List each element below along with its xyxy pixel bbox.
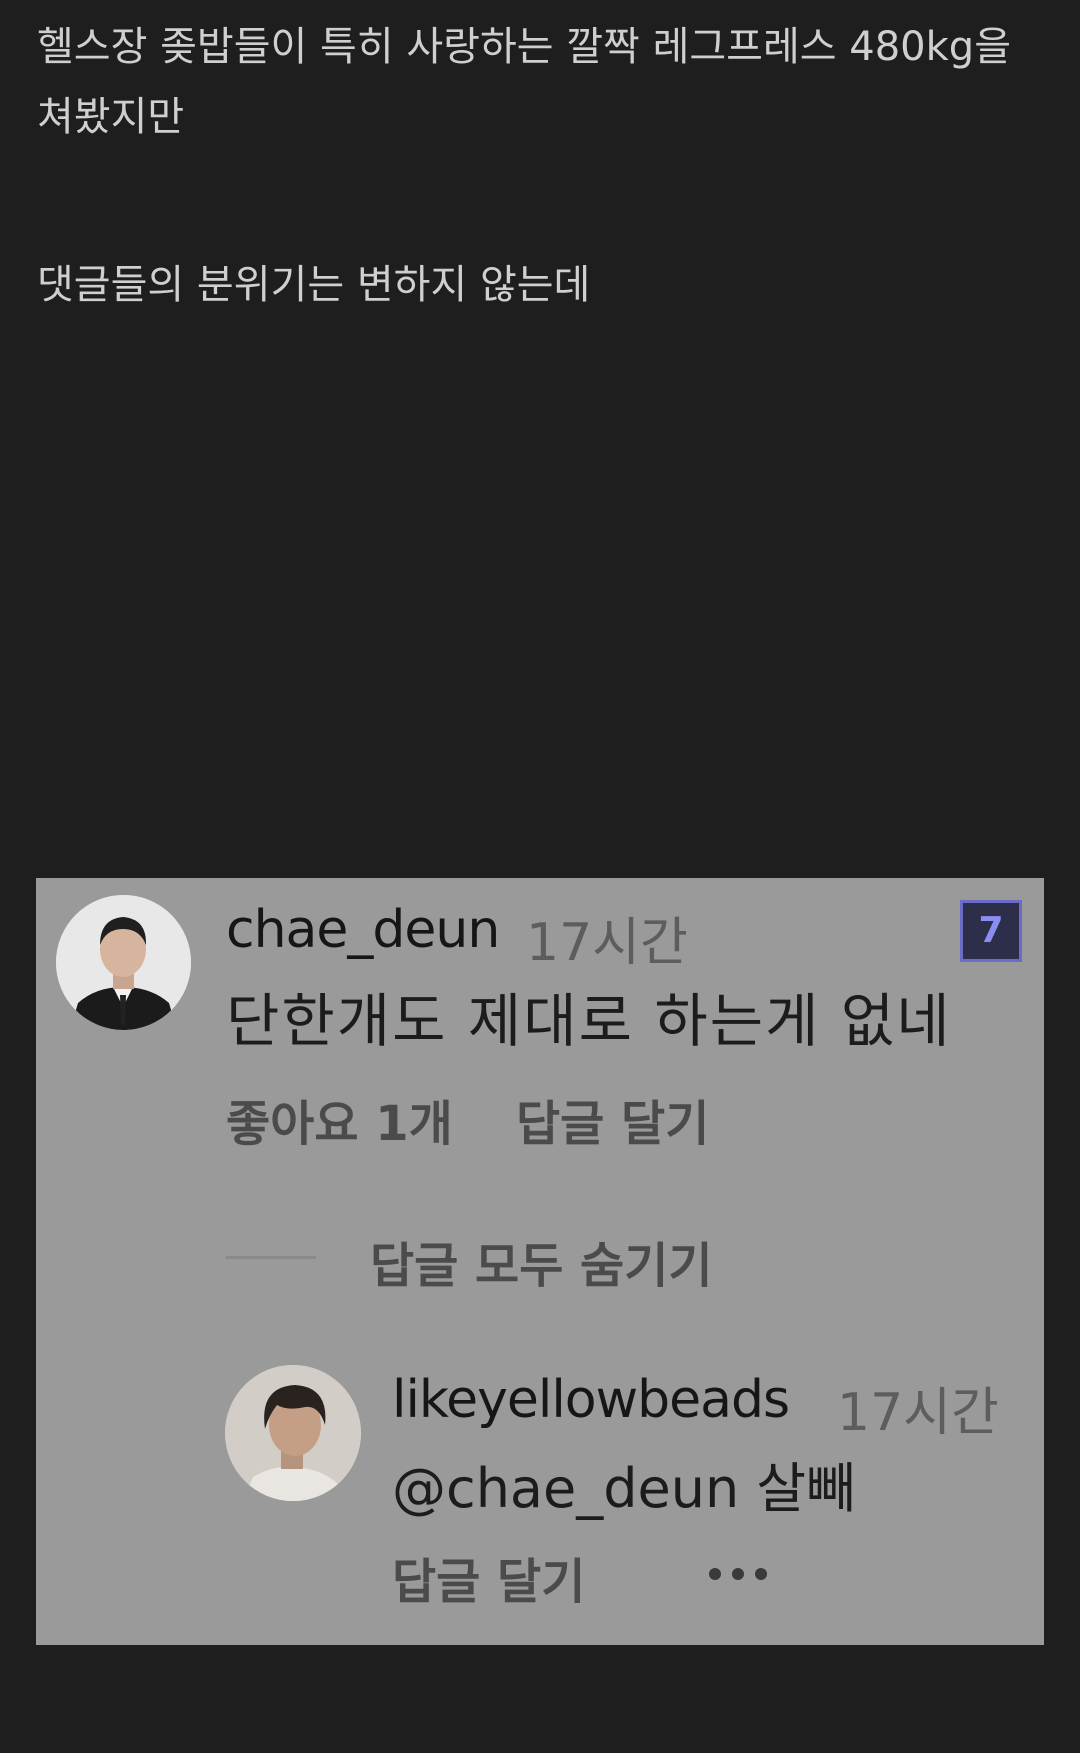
dot: [755, 1568, 767, 1580]
person-photo-icon: [225, 1365, 361, 1501]
reply-text: @chae_deun 살빼: [392, 1457, 856, 1520]
hide-all-replies-button[interactable]: 답글 모두 숨기기: [370, 1226, 713, 1296]
replies-divider: [226, 1256, 316, 1259]
post-text-line-1: 헬스장 좆밥들이 특히 사랑하는 깔짝 레그프레스 480kg을 쳐봤지만: [37, 24, 1011, 140]
dot: [709, 1568, 721, 1580]
reply-to-reply-button[interactable]: 답글 달기: [392, 1542, 585, 1612]
commenter-username[interactable]: chae_deun: [226, 900, 500, 960]
more-dots-icon[interactable]: [709, 1568, 767, 1580]
like-count[interactable]: 좋아요 1개: [226, 1084, 453, 1154]
reply-timestamp: 17시간: [837, 1383, 999, 1443]
commenter-avatar: [56, 895, 191, 1030]
dot: [732, 1568, 744, 1580]
image-number-badge: 7: [960, 900, 1022, 962]
post-text-line-2: 댓글들의 분위기는 변하지 않는데: [37, 262, 591, 308]
replier-avatar: [225, 1365, 361, 1501]
person-photo-icon: [56, 895, 191, 1030]
comment-text: 단한개도 제대로 하는게 없네: [226, 987, 952, 1055]
comment-timestamp: 17시간: [526, 913, 688, 973]
replier-username[interactable]: likeyellowbeads: [392, 1370, 790, 1430]
reply-button[interactable]: 답글 달기: [516, 1084, 709, 1154]
embedded-comment-screenshot: chae_deun 17시간 7 단한개도 제대로 하는게 없네 좋아요 1개 …: [36, 878, 1044, 1645]
